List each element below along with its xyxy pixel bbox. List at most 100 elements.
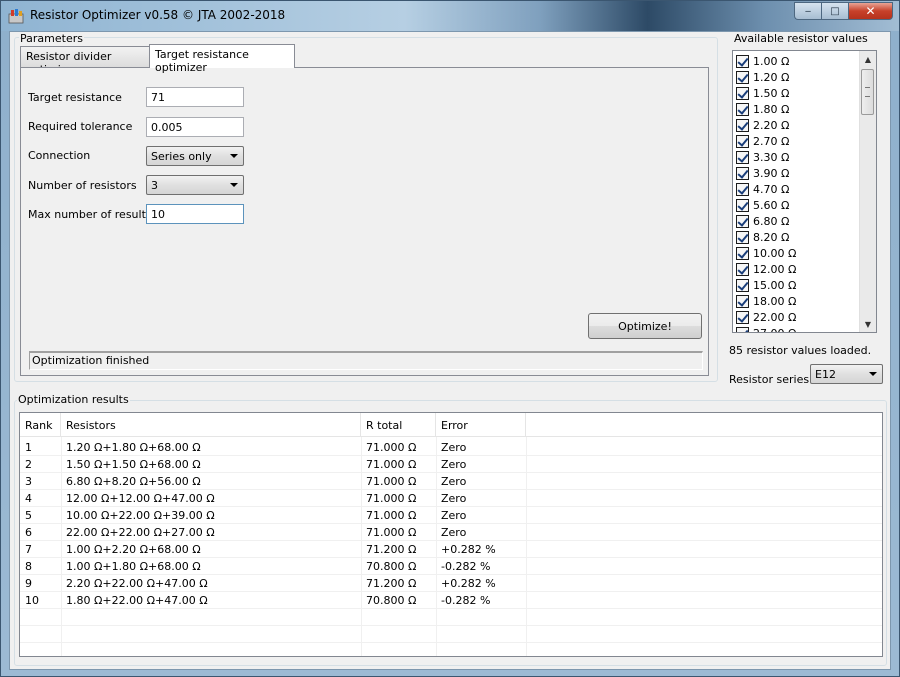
optimize-button[interactable]: Optimize! bbox=[588, 313, 702, 339]
table-row[interactable]: 1 1.20 Ω+1.80 Ω+68.00 Ω 71.000 Ω Zero bbox=[20, 439, 882, 456]
table-row[interactable]: 2 1.50 Ω+1.50 Ω+68.00 Ω 71.000 Ω Zero bbox=[20, 456, 882, 473]
close-button[interactable]: ✕ bbox=[848, 2, 893, 20]
target-resistance-input[interactable] bbox=[146, 87, 244, 107]
checkbox-checked-icon[interactable] bbox=[736, 118, 749, 132]
results-table[interactable]: Rank Resistors R total Error 1 1.20 Ω+1.8… bbox=[19, 412, 883, 657]
maximize-button[interactable]: □ bbox=[821, 2, 848, 20]
tab-target-resistance[interactable]: Target resistance optimizer bbox=[149, 44, 295, 74]
scroll-down-icon[interactable]: ▼ bbox=[860, 316, 876, 332]
minimize-button[interactable]: ‒ bbox=[794, 2, 821, 20]
table-row[interactable]: 6 22.00 Ω+22.00 Ω+27.00 Ω 71.000 Ω Zero bbox=[20, 524, 882, 541]
checkbox-checked-icon[interactable] bbox=[736, 262, 749, 276]
app-window: Resistor Optimizer v0.58 © JTA 2002-2018… bbox=[0, 0, 900, 677]
table-row[interactable]: 9 2.20 Ω+22.00 Ω+47.00 Ω 71.200 Ω +0.282 % bbox=[20, 575, 882, 592]
resistor-value-label: 1.20 Ω bbox=[753, 70, 790, 84]
resistor-values-label: Available resistor values bbox=[733, 32, 869, 45]
resistor-list-scrollbar[interactable]: ▲ ▼ bbox=[859, 51, 876, 332]
table-row[interactable]: 10 1.80 Ω+22.00 Ω+47.00 Ω 70.800 Ω -0.282 % bbox=[20, 592, 882, 609]
checkbox-checked-icon[interactable] bbox=[736, 214, 749, 228]
column-header-resistors[interactable]: Resistors bbox=[61, 413, 361, 437]
checkbox-checked-icon[interactable] bbox=[736, 326, 749, 332]
resistor-value-label: 1.00 Ω bbox=[753, 54, 790, 68]
rank-cell: 5 bbox=[25, 509, 32, 522]
checkbox-checked-icon[interactable] bbox=[736, 198, 749, 212]
resistor-series-label: Resistor series bbox=[729, 373, 810, 386]
column-header-error[interactable]: Error bbox=[436, 413, 526, 437]
table-row[interactable]: 3 6.80 Ω+8.20 Ω+56.00 Ω 71.000 Ω Zero bbox=[20, 473, 882, 490]
checkbox-checked-icon[interactable] bbox=[736, 134, 749, 148]
table-row[interactable] bbox=[20, 643, 882, 656]
resistor-value-item[interactable]: 3.30 Ω bbox=[736, 149, 789, 165]
resistor-value-item[interactable]: 4.70 Ω bbox=[736, 181, 789, 197]
checkbox-checked-icon[interactable] bbox=[736, 150, 749, 164]
resistor-value-item[interactable]: 3.90 Ω bbox=[736, 165, 789, 181]
checkbox-checked-icon[interactable] bbox=[736, 278, 749, 292]
resistor-value-item[interactable]: 15.00 Ω bbox=[736, 277, 796, 293]
checkbox-checked-icon[interactable] bbox=[736, 294, 749, 308]
r-total-cell: 70.800 Ω bbox=[366, 560, 417, 573]
rank-cell: 2 bbox=[25, 458, 32, 471]
column-header-rank[interactable]: Rank bbox=[20, 413, 61, 437]
r-total-cell: 71.000 Ω bbox=[366, 492, 417, 505]
resistor-value-item[interactable]: 10.00 Ω bbox=[736, 245, 796, 261]
scroll-up-icon[interactable]: ▲ bbox=[860, 51, 876, 67]
checkbox-checked-icon[interactable] bbox=[736, 182, 749, 196]
resistor-value-item[interactable]: 8.20 Ω bbox=[736, 229, 789, 245]
resistor-value-item[interactable]: 27.00 Ω bbox=[736, 325, 796, 332]
checkbox-checked-icon[interactable] bbox=[736, 230, 749, 244]
checkbox-checked-icon[interactable] bbox=[736, 310, 749, 324]
tab-resistor-divider[interactable]: Resistor divider optimizer bbox=[20, 46, 150, 76]
column-header-r-total[interactable]: R total bbox=[361, 413, 436, 437]
resistor-value-label: 6.80 Ω bbox=[753, 214, 790, 228]
number-of-resistors-select[interactable]: 3 bbox=[146, 175, 244, 195]
table-row[interactable]: 4 12.00 Ω+12.00 Ω+47.00 Ω 71.000 Ω Zero bbox=[20, 490, 882, 507]
rank-cell: 8 bbox=[25, 560, 32, 573]
resistor-value-item[interactable]: 22.00 Ω bbox=[736, 309, 796, 325]
required-tolerance-input[interactable] bbox=[146, 117, 244, 137]
title-bar[interactable]: Resistor Optimizer v0.58 © JTA 2002-2018… bbox=[1, 1, 899, 31]
checkbox-checked-icon[interactable] bbox=[736, 246, 749, 260]
checkbox-checked-icon[interactable] bbox=[736, 86, 749, 100]
rank-cell: 1 bbox=[25, 441, 32, 454]
table-row[interactable]: 8 1.00 Ω+1.80 Ω+68.00 Ω 70.800 Ω -0.282 % bbox=[20, 558, 882, 575]
resistor-value-item[interactable]: 5.60 Ω bbox=[736, 197, 789, 213]
chevron-down-icon bbox=[869, 372, 877, 376]
resistor-value-label: 2.20 Ω bbox=[753, 118, 790, 132]
table-row[interactable] bbox=[20, 609, 882, 626]
resistor-value-item[interactable]: 1.20 Ω bbox=[736, 69, 789, 85]
window-title: Resistor Optimizer v0.58 © JTA 2002-2018 bbox=[30, 8, 286, 22]
resistor-value-item[interactable]: 1.50 Ω bbox=[736, 85, 789, 101]
chevron-down-icon bbox=[230, 183, 238, 187]
connection-selected-value: Series only bbox=[151, 150, 212, 163]
resistor-value-item[interactable]: 6.80 Ω bbox=[736, 213, 789, 229]
resistor-value-item[interactable]: 1.80 Ω bbox=[736, 101, 789, 117]
resistor-value-item[interactable]: 1.00 Ω bbox=[736, 53, 789, 69]
resistor-value-item[interactable]: 12.00 Ω bbox=[736, 261, 796, 277]
resistor-value-label: 5.60 Ω bbox=[753, 198, 790, 212]
checkbox-checked-icon[interactable] bbox=[736, 102, 749, 116]
resistor-value-label: 1.80 Ω bbox=[753, 102, 790, 116]
status-box: Optimization finished bbox=[29, 351, 703, 370]
resistor-series-select[interactable]: E12 bbox=[810, 364, 883, 384]
checkbox-checked-icon[interactable] bbox=[736, 166, 749, 180]
resistors-cell: 2.20 Ω+22.00 Ω+47.00 Ω bbox=[66, 577, 208, 590]
max-results-input[interactable] bbox=[146, 204, 244, 224]
number-of-resistors-selected-value: 3 bbox=[151, 179, 158, 192]
table-row[interactable]: 5 10.00 Ω+22.00 Ω+39.00 Ω 71.000 Ω Zero bbox=[20, 507, 882, 524]
resistor-value-item[interactable]: 18.00 Ω bbox=[736, 293, 796, 309]
table-row[interactable] bbox=[20, 626, 882, 643]
scroll-thumb[interactable] bbox=[861, 69, 874, 115]
resistor-value-label: 22.00 Ω bbox=[753, 310, 797, 324]
connection-select[interactable]: Series only bbox=[146, 146, 244, 166]
resistor-values-list[interactable]: 1.00 Ω 1.20 Ω 1.50 Ω 1.80 Ω 2.20 Ω 2.70 Ω 3.30… bbox=[732, 50, 877, 333]
checkbox-checked-icon[interactable] bbox=[736, 54, 749, 68]
resistor-value-label: 3.90 Ω bbox=[753, 166, 790, 180]
resistor-value-item[interactable]: 2.70 Ω bbox=[736, 133, 789, 149]
error-cell: -0.282 % bbox=[441, 560, 491, 573]
table-row[interactable]: 7 1.00 Ω+2.20 Ω+68.00 Ω 71.200 Ω +0.282 % bbox=[20, 541, 882, 558]
resistors-cell: 12.00 Ω+12.00 Ω+47.00 Ω bbox=[66, 492, 215, 505]
rank-cell: 3 bbox=[25, 475, 32, 488]
resistor-value-item[interactable]: 2.20 Ω bbox=[736, 117, 789, 133]
checkbox-checked-icon[interactable] bbox=[736, 70, 749, 84]
resistor-value-label: 4.70 Ω bbox=[753, 182, 790, 196]
